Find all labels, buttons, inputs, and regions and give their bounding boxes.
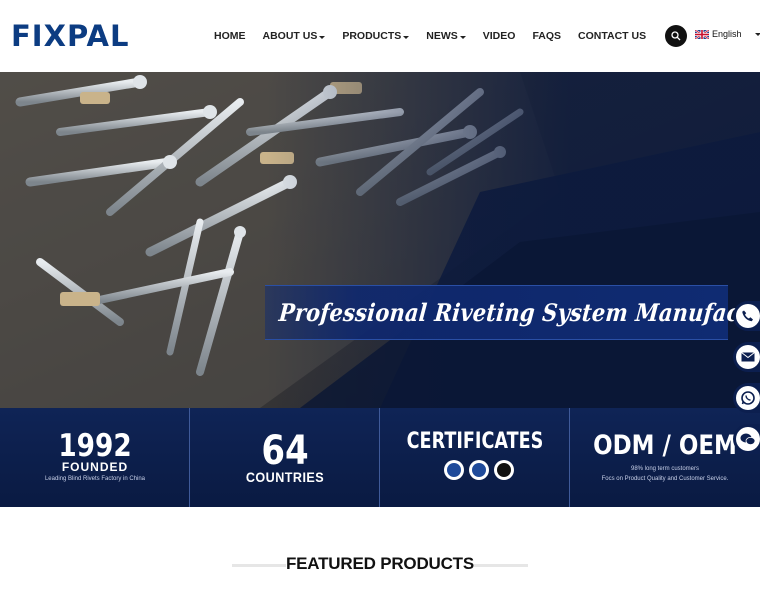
hero-banner[interactable]: Professional Riveting System Manufacture… [0,72,760,408]
chevron-down-icon [403,35,410,39]
nav-item-label: HOME [214,30,246,42]
stat-odm-title: ODM / OEM [593,430,737,461]
page: FIXPAL HOME ABOUT US PRODUCTS NEWS VIDEO FAQS… [0,0,760,600]
stat-countries-label: COUNTRIES [245,469,325,485]
email-icon [741,352,755,362]
side-wechat-button[interactable] [733,424,760,454]
nav-item-about-us[interactable]: ABOUT US [263,29,326,43]
sgs-cert-icon [469,460,489,480]
title-divider-right [474,564,528,567]
language-selector[interactable]: English [695,29,760,39]
main-nav: HOME ABOUT US PRODUCTS NEWS VIDEO FAQS CONTACT… [214,29,663,43]
stat-countries-number: 64 [261,428,309,474]
stat-odm: ODM / OEM 98% long term customers Focs o… [570,408,760,507]
nav-item-label: FAQS [532,30,562,42]
stat-countries: 64 COUNTRIES [190,408,380,507]
hero-tagline: Professional Riveting System Manufacture… [265,285,760,340]
logo-text: FIXPAL [11,19,130,53]
stat-founded-label: FOUNDED [61,460,129,474]
nav-item-label: VIDEO [482,30,516,42]
stat-odm-line2: Focs on Product Quality and Customer Ser… [601,476,729,482]
side-whatsapp-button[interactable] [733,383,760,413]
nav-item-label: PRODUCTS [342,30,402,42]
ce-cert-icon [494,460,514,480]
nav-item-contact-us[interactable]: CONTACT US [578,29,646,43]
chevron-down-icon [754,32,760,36]
nav-item-label: CONTACT US [578,30,647,42]
nav-item-products[interactable]: PRODUCTS [342,29,410,43]
chevron-down-icon [459,35,466,39]
stat-certificates-title: CERTIFICATES [406,429,544,454]
stat-founded-number: 1992 [58,428,132,464]
phone-icon [742,310,753,322]
nav-item-home[interactable]: HOME [214,29,246,43]
logo[interactable]: FIXPAL [11,20,129,52]
certificate-badges [444,460,514,480]
stat-odm-line1: 98% long term customers [630,466,700,472]
side-email-button[interactable] [733,342,760,372]
stat-founded-note: Leading Blind Rivets Factory in China [44,476,146,482]
stats-strip: 1992 FOUNDED Leading Blind Rivets Factor… [0,408,760,507]
nav-item-news[interactable]: NEWS [426,29,466,43]
hero-tagline-text: Professional Riveting System Manufacture… [277,298,760,327]
nav-item-label: ABOUT US [262,30,318,42]
featured-products-title: FEATURED PRODUCTS [285,554,474,573]
uk-flag-icon [695,29,709,39]
nav-item-faqs[interactable]: FAQS [532,29,561,43]
search-icon [671,31,681,41]
chevron-down-icon [319,35,326,39]
side-phone-button[interactable] [733,301,760,331]
wechat-icon [740,433,756,445]
language-label: English [712,29,742,39]
stat-founded: 1992 FOUNDED Leading Blind Rivets Factor… [0,408,190,507]
featured-products-section: FEATURED PRODUCTS [0,507,760,600]
rivets-photo [0,72,760,408]
nav-item-label: NEWS [426,30,458,42]
iso-cert-icon [444,460,464,480]
nav-item-video[interactable]: VIDEO [483,29,516,43]
search-button[interactable] [665,25,687,47]
site-header: FIXPAL HOME ABOUT US PRODUCTS NEWS VIDEO FAQS… [0,0,760,72]
whatsapp-icon [741,391,755,405]
stat-certificates: CERTIFICATES [380,408,570,507]
